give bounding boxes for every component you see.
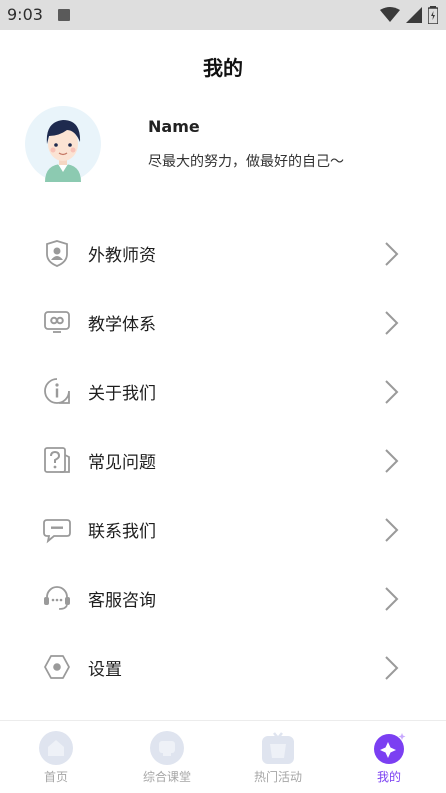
chevron-right-icon: [385, 242, 399, 266]
question-icon: [44, 447, 70, 473]
menu-label: 外教师资: [88, 246, 156, 266]
chevron-right-icon: [385, 518, 399, 542]
tab-profile[interactable]: 我的: [334, 721, 444, 793]
menu-label: 关于我们: [88, 384, 156, 404]
tab-label: 热门活动: [253, 770, 302, 784]
menu-item-teachers[interactable]: 外教师资: [0, 219, 446, 288]
teacher-shield-icon: [46, 240, 68, 267]
battery-icon: [428, 6, 438, 24]
tab-classroom[interactable]: 综合课堂: [112, 721, 222, 793]
wifi-icon: [380, 7, 400, 22]
settings-icon: [44, 655, 70, 679]
chat-icon: [43, 519, 71, 544]
tab-label: 综合课堂: [142, 770, 191, 784]
app-notification-icon: [58, 9, 70, 21]
menu-label: 教学体系: [88, 315, 156, 335]
status-time: 9:03: [7, 5, 43, 24]
headset-icon: [44, 586, 70, 610]
menu-item-contact-us[interactable]: 联系我们: [0, 495, 446, 564]
page-title: 我的: [203, 56, 243, 80]
signal-icon: [406, 7, 422, 23]
menu-item-teaching-system[interactable]: 教学体系: [0, 288, 446, 357]
menu-label: 常见问题: [88, 453, 156, 473]
bottom-tab-bar: 首页 综合课堂 热门活动 我的: [0, 720, 446, 793]
menu-item-about-us[interactable]: 关于我们: [0, 357, 446, 426]
profile-motto: 尽最大的努力，做最好的自己～: [148, 154, 344, 170]
menu-item-faq[interactable]: 常见问题: [0, 426, 446, 495]
chevron-right-icon: [385, 380, 399, 404]
tab-activities[interactable]: 热门活动: [223, 721, 333, 793]
menu-item-settings[interactable]: 设置: [0, 633, 446, 702]
activity-icon: [262, 732, 294, 764]
chevron-right-icon: [385, 656, 399, 680]
chevron-right-icon: [385, 449, 399, 473]
chevron-right-icon: [385, 311, 399, 335]
menu-label: 客服咨询: [88, 591, 156, 611]
status-bar: 9:03: [0, 0, 446, 30]
menu-label: 联系我们: [88, 522, 156, 542]
classroom-icon: [150, 731, 184, 765]
status-icons: [380, 5, 438, 25]
menu-item-customer-service[interactable]: 客服咨询: [0, 564, 446, 633]
avatar[interactable]: [25, 106, 101, 182]
tab-label: 我的: [376, 770, 401, 784]
menu-label: 设置: [88, 660, 122, 680]
home-icon: [39, 731, 73, 765]
info-icon: [44, 378, 70, 404]
tab-label: 首页: [43, 770, 68, 784]
profile-star-icon: [374, 733, 406, 764]
profile-name: Name: [148, 117, 200, 136]
tab-home[interactable]: 首页: [1, 721, 111, 793]
monitor-icon: [44, 311, 70, 333]
chevron-right-icon: [385, 587, 399, 611]
